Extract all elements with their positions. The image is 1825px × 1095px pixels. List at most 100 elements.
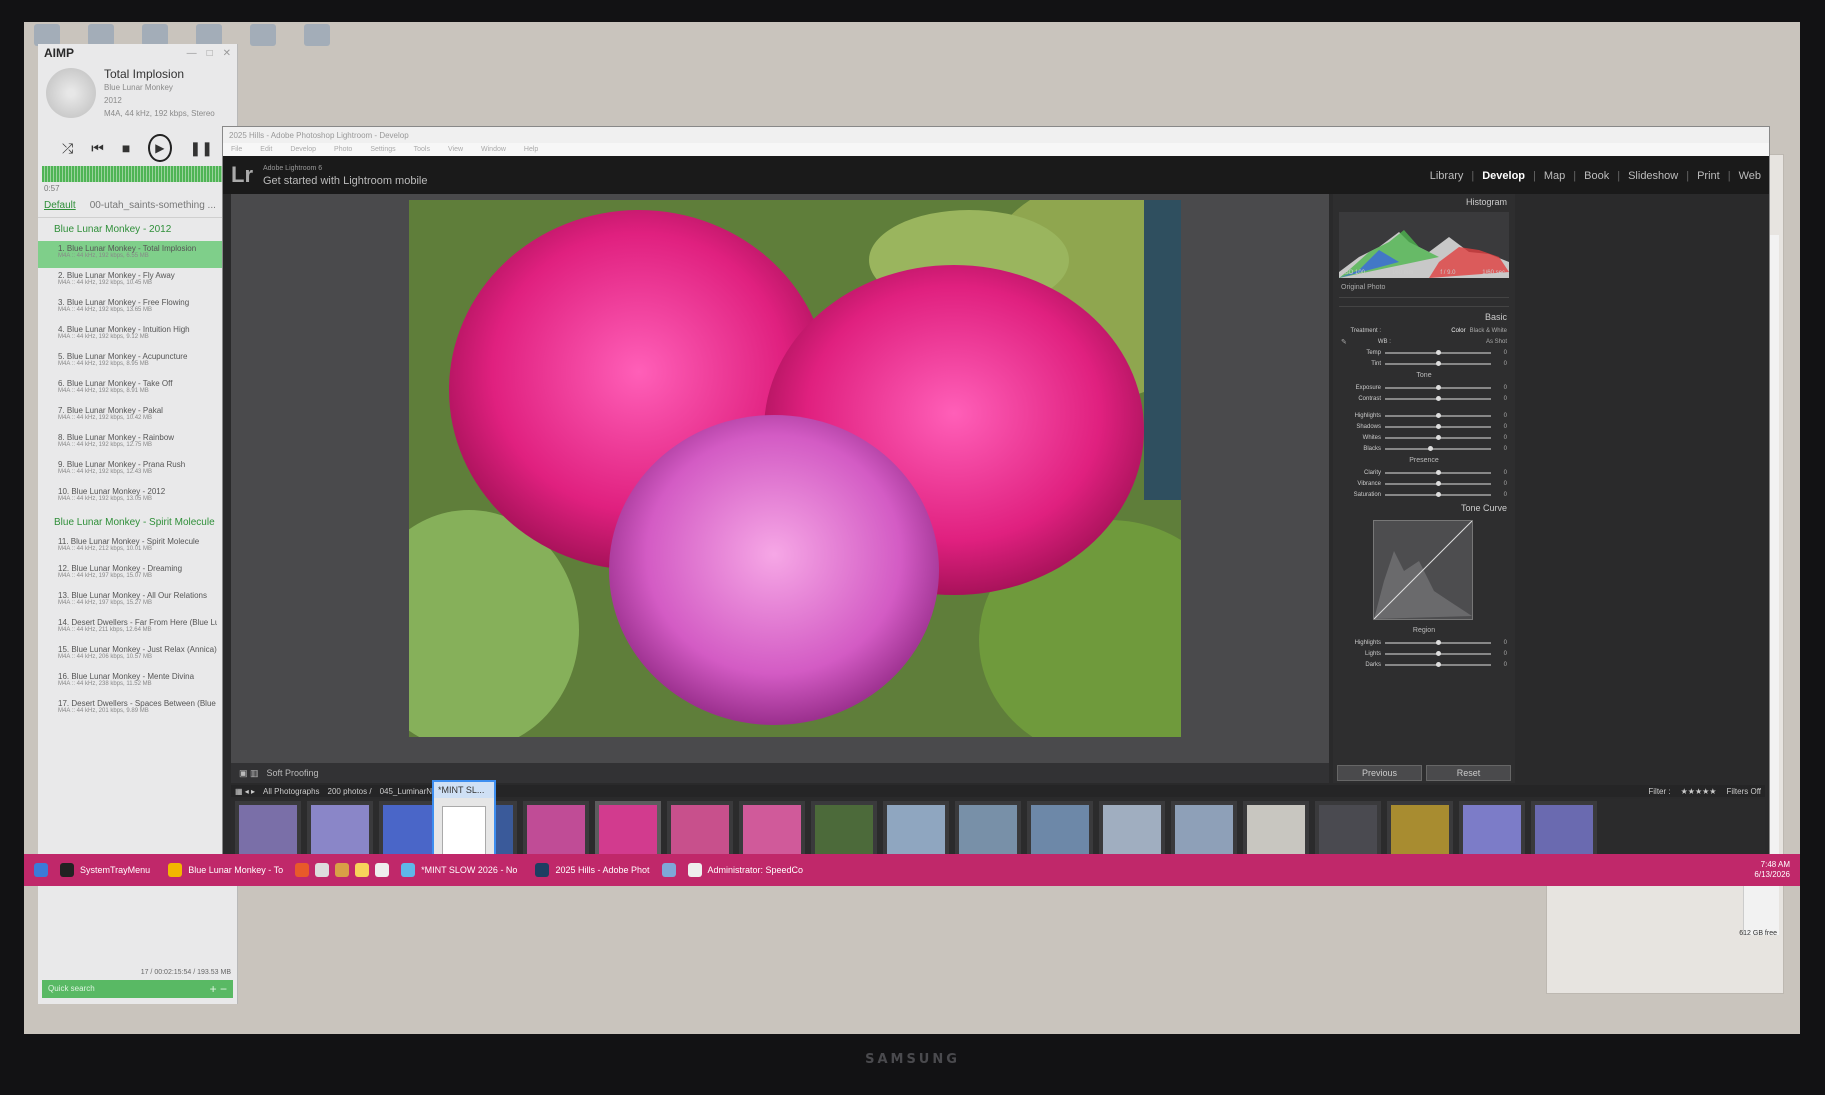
slider-knob[interactable] bbox=[1436, 384, 1441, 390]
waveform-seekbar[interactable] bbox=[42, 166, 233, 182]
app-icon[interactable] bbox=[315, 863, 330, 877]
filters-off[interactable]: Filters Off bbox=[1726, 787, 1761, 796]
slider[interactable] bbox=[1385, 412, 1491, 418]
list-item[interactable]: 14. Desert Dwellers - Far From Here (Blu… bbox=[38, 615, 237, 642]
desktop-icon[interactable] bbox=[34, 24, 60, 46]
slider-knob[interactable] bbox=[1436, 650, 1441, 656]
desktop-icon[interactable] bbox=[250, 24, 276, 46]
slider[interactable] bbox=[1385, 384, 1491, 390]
play-icon[interactable]: ▶ bbox=[148, 134, 172, 162]
stop-icon[interactable]: ■ bbox=[122, 140, 130, 156]
module-book[interactable]: Book bbox=[1584, 170, 1609, 182]
module-map[interactable]: Map bbox=[1544, 170, 1565, 182]
treatment-color[interactable]: Color bbox=[1451, 328, 1465, 334]
list-item[interactable]: 2. Blue Lunar Monkey - Fly Away M4A :: 44… bbox=[38, 268, 237, 295]
soft-proofing-toggle[interactable]: Soft Proofing bbox=[267, 768, 319, 778]
list-item[interactable]: 10. Blue Lunar Monkey - 2012 M4A :: 44 kH… bbox=[38, 484, 237, 511]
quick-search[interactable]: Quick search + − bbox=[42, 980, 233, 998]
menu-item[interactable]: Settings bbox=[370, 146, 395, 153]
menu-item[interactable]: Photo bbox=[334, 146, 352, 153]
slider[interactable] bbox=[1385, 491, 1491, 497]
menu-item[interactable]: Help bbox=[524, 146, 538, 153]
minimize-icon[interactable]: — bbox=[187, 48, 197, 59]
wb-value[interactable]: As Shot bbox=[1486, 339, 1507, 345]
slider-knob[interactable] bbox=[1436, 434, 1441, 440]
tab-playlist-2[interactable]: 00-utah_saints-something ... bbox=[90, 200, 216, 213]
taskbar-item[interactable]: Blue Lunar Monkey - To bbox=[162, 863, 289, 877]
tab-default[interactable]: Default bbox=[44, 200, 76, 213]
slider-knob[interactable] bbox=[1436, 661, 1441, 667]
bulb-icon[interactable] bbox=[355, 863, 370, 877]
list-item[interactable]: 1. Blue Lunar Monkey - Total Implosion M4… bbox=[38, 241, 237, 268]
treatment-bw[interactable]: Black & White bbox=[1470, 328, 1507, 334]
previous-icon[interactable]: ⏮ bbox=[91, 140, 104, 157]
hydrangea-photo[interactable] bbox=[409, 200, 1181, 737]
app-icon[interactable] bbox=[375, 863, 390, 877]
previous-button[interactable]: Previous bbox=[1337, 765, 1422, 781]
pause-icon[interactable]: ❚❚ bbox=[190, 140, 213, 157]
list-item[interactable]: 3. Blue Lunar Monkey - Free Flowing M4A :… bbox=[38, 295, 237, 322]
playlist-group[interactable]: Blue Lunar Monkey - 2012 bbox=[38, 218, 237, 241]
reset-button[interactable]: Reset bbox=[1426, 765, 1511, 781]
slider[interactable] bbox=[1385, 360, 1491, 366]
shuffle-icon[interactable]: ⤮ bbox=[62, 140, 73, 157]
folder-icon[interactable] bbox=[335, 863, 350, 877]
playlist-group[interactable]: Blue Lunar Monkey - Spirit Molecule bbox=[38, 511, 237, 534]
list-item[interactable]: 15. Blue Lunar Monkey - Just Relax (Anni… bbox=[38, 642, 237, 669]
taskbar-item[interactable]: *MINT SLOW 2026 - No bbox=[395, 863, 523, 877]
slider[interactable] bbox=[1385, 480, 1491, 486]
taskbar-item[interactable]: 2025 Hills - Adobe Phot bbox=[529, 863, 655, 877]
slider[interactable] bbox=[1385, 423, 1491, 429]
desktop-icon[interactable] bbox=[196, 24, 222, 46]
desktop-icon[interactable] bbox=[88, 24, 114, 46]
menu-item[interactable]: Window bbox=[481, 146, 506, 153]
list-item[interactable]: 13. Blue Lunar Monkey - All Our Relation… bbox=[38, 588, 237, 615]
slider[interactable] bbox=[1385, 639, 1491, 645]
taskbar-item[interactable]: Administrator: SpeedCo bbox=[682, 863, 810, 877]
filmstrip-source[interactable]: All Photographs bbox=[263, 787, 319, 796]
taskbar-item[interactable]: SystemTrayMenu bbox=[54, 863, 156, 877]
system-clock[interactable]: 7:48 AM 6/13/2026 bbox=[1754, 860, 1790, 880]
slider[interactable] bbox=[1385, 445, 1491, 451]
slider-knob[interactable] bbox=[1436, 639, 1441, 645]
menu-item[interactable]: Tools bbox=[414, 146, 430, 153]
menu-item[interactable]: View bbox=[448, 146, 463, 153]
maximize-icon[interactable]: □ bbox=[207, 48, 213, 59]
slider[interactable] bbox=[1385, 349, 1491, 355]
menu-item[interactable]: Edit bbox=[260, 146, 272, 153]
slider-knob[interactable] bbox=[1427, 445, 1433, 451]
list-item[interactable]: 16. Blue Lunar Monkey - Mente Divina M4A … bbox=[38, 669, 237, 696]
slider-knob[interactable] bbox=[1436, 395, 1441, 401]
slider-knob[interactable] bbox=[1436, 423, 1441, 429]
desktop-icon[interactable] bbox=[304, 24, 330, 46]
slider[interactable] bbox=[1385, 650, 1491, 656]
list-item[interactable]: 6. Blue Lunar Monkey - Take Off M4A :: 44… bbox=[38, 376, 237, 403]
grid-icon[interactable]: ▦ ◂ ▸ bbox=[235, 787, 255, 796]
tone-curve-header[interactable]: Tone Curve bbox=[1333, 500, 1515, 516]
list-item[interactable]: 5. Blue Lunar Monkey - Acupuncture M4A ::… bbox=[38, 349, 237, 376]
list-item[interactable]: 7. Blue Lunar Monkey - Pakal M4A :: 44 kH… bbox=[38, 403, 237, 430]
module-develop[interactable]: Develop bbox=[1482, 170, 1525, 182]
list-item[interactable]: 8. Blue Lunar Monkey - Rainbow M4A :: 44 … bbox=[38, 430, 237, 457]
lr-mobile-link[interactable]: Get started with Lightroom mobile bbox=[263, 175, 427, 187]
slider-knob[interactable] bbox=[1436, 469, 1441, 475]
rating-filter-icon[interactable]: ★★★★★ bbox=[1681, 787, 1717, 796]
list-item[interactable]: 12. Blue Lunar Monkey - Dreaming M4A :: 4… bbox=[38, 561, 237, 588]
slider-knob[interactable] bbox=[1436, 480, 1441, 486]
app-icon[interactable] bbox=[661, 863, 676, 877]
start-icon[interactable] bbox=[34, 863, 48, 877]
slider[interactable] bbox=[1385, 661, 1491, 667]
desktop-icon[interactable] bbox=[142, 24, 168, 46]
slider-knob[interactable] bbox=[1436, 360, 1441, 366]
slider-knob[interactable] bbox=[1436, 412, 1441, 418]
view-mode-icon[interactable]: ▣ ▥ bbox=[239, 768, 259, 779]
add-icon[interactable]: + − bbox=[210, 983, 227, 995]
search-input[interactable]: Quick search bbox=[48, 984, 95, 994]
tone-curve-graph[interactable] bbox=[1373, 520, 1473, 620]
slider-knob[interactable] bbox=[1436, 491, 1441, 497]
list-item[interactable]: 9. Blue Lunar Monkey - Prana Rush M4A :: … bbox=[38, 457, 237, 484]
histogram-header[interactable]: Histogram bbox=[1333, 194, 1515, 210]
slider[interactable] bbox=[1385, 395, 1491, 401]
close-icon[interactable]: ✕ bbox=[223, 48, 231, 59]
list-item[interactable]: 11. Blue Lunar Monkey - Spirit Molecule M… bbox=[38, 534, 237, 561]
